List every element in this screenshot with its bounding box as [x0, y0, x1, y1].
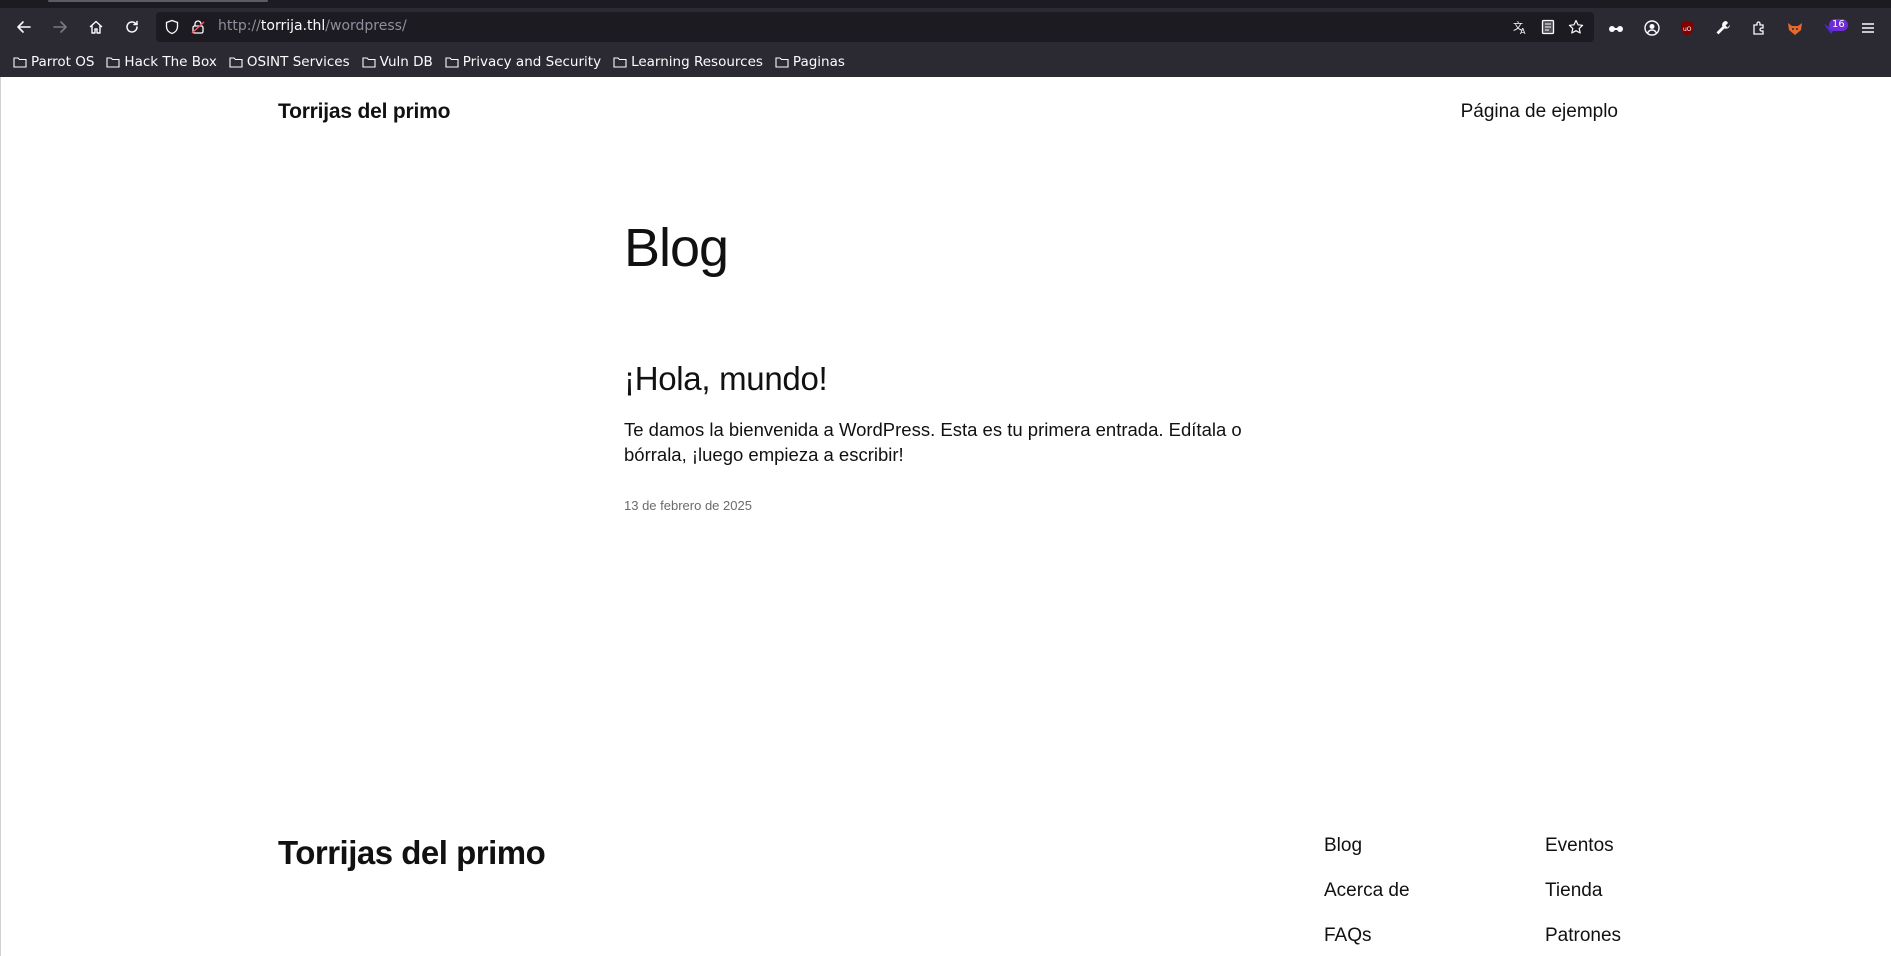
browser-chrome: http://torrija.thl/wordpress/ 文A uO 16 P…: [0, 0, 1891, 77]
footer-site-title[interactable]: Torrijas del primo: [278, 834, 546, 872]
header-nav-sample-page-link[interactable]: Página de ejemplo: [1461, 101, 1618, 123]
home-button[interactable]: [82, 13, 110, 41]
home-icon: [89, 20, 103, 34]
menu-hamburger-icon[interactable]: [1859, 19, 1877, 37]
folder-icon: [229, 57, 243, 68]
footer-link-patterns[interactable]: Patrones: [1545, 925, 1621, 947]
bookmarks-toolbar: Parrot OS Hack The Box OSINT Services Vu…: [0, 48, 1891, 76]
bookmark-folder[interactable]: OSINT Services: [229, 54, 350, 70]
svg-text:A: A: [1520, 27, 1526, 35]
shield-icon[interactable]: [164, 19, 180, 35]
bookmark-folder[interactable]: Vuln DB: [362, 54, 433, 70]
bookmark-folder[interactable]: Paginas: [775, 54, 845, 70]
web-page: Torrijas del primo Página de ejemplo Blo…: [0, 77, 1891, 956]
bookmark-label: Paginas: [792, 54, 845, 70]
bookmark-label: Privacy and Security: [462, 54, 602, 70]
url-scheme: http://: [218, 18, 261, 34]
forward-arrow-icon: [53, 21, 67, 33]
footer-link-faqs[interactable]: FAQs: [1324, 925, 1372, 947]
bookmark-label: Vuln DB: [379, 54, 433, 70]
ublock-icon[interactable]: uO: [1678, 19, 1696, 37]
post-title-link[interactable]: ¡Hola, mundo!: [624, 360, 828, 398]
back-arrow-icon: [17, 21, 31, 33]
bookmark-star-icon[interactable]: [1568, 19, 1584, 35]
bookmark-label: Learning Resources: [631, 54, 763, 70]
foxyproxy-icon[interactable]: [1786, 19, 1804, 37]
folder-icon: [106, 57, 120, 68]
extensions-puzzle-icon[interactable]: [1750, 19, 1768, 37]
wrench-icon[interactable]: [1714, 19, 1732, 37]
footer-link-shop[interactable]: Tienda: [1545, 880, 1602, 902]
bookmark-folder[interactable]: Hack The Box: [106, 54, 217, 70]
site-title-link[interactable]: Torrijas del primo: [278, 100, 450, 124]
post-date[interactable]: 13 de febrero de 2025: [624, 498, 752, 513]
reload-button[interactable]: [118, 13, 146, 41]
url-path: /wordpress/: [325, 18, 407, 34]
footer-link-events[interactable]: Eventos: [1545, 835, 1614, 857]
footer-link-about[interactable]: Acerca de: [1324, 880, 1410, 902]
svg-text:uO: uO: [1683, 26, 1692, 33]
navigation-toolbar: http://torrija.thl/wordpress/ 文A uO 16: [0, 8, 1891, 46]
folder-icon: [13, 57, 27, 68]
forward-button[interactable]: [46, 13, 74, 41]
active-tab[interactable]: [48, 0, 268, 2]
bookmark-label: Parrot OS: [31, 54, 95, 70]
translate-icon[interactable]: 文A: [1512, 19, 1528, 35]
bookmark-label: Hack The Box: [124, 54, 217, 70]
footer-link-blog[interactable]: Blog: [1324, 835, 1362, 857]
back-button[interactable]: [10, 13, 38, 41]
folder-icon: [445, 57, 459, 68]
reload-icon: [126, 20, 138, 33]
bookmark-folder[interactable]: Learning Resources: [613, 54, 763, 70]
tab-strip: [0, 0, 1891, 8]
post-excerpt: Te damos la bienvenida a WordPress. Esta…: [624, 419, 1242, 465]
account-icon[interactable]: [1643, 19, 1661, 37]
folder-icon: [775, 57, 789, 68]
bookmark-folder[interactable]: Parrot OS: [13, 54, 94, 70]
url-host: torrija.thl: [260, 18, 326, 34]
bookmark-label: OSINT Services: [246, 54, 350, 70]
reader-mode-icon[interactable]: [1540, 19, 1556, 35]
address-bar[interactable]: http://torrija.thl/wordpress/ 文A: [156, 12, 1594, 42]
incognito-mask-icon[interactable]: [1607, 19, 1625, 37]
folder-icon: [613, 57, 627, 68]
extension-badge-count: 16: [1829, 19, 1848, 31]
page-title: Blog: [624, 218, 729, 278]
insecure-lock-icon[interactable]: [190, 19, 206, 35]
bookmark-folder[interactable]: Privacy and Security: [445, 54, 601, 70]
folder-icon: [362, 57, 376, 68]
url-text[interactable]: http://torrija.thl/wordpress/: [218, 18, 407, 34]
